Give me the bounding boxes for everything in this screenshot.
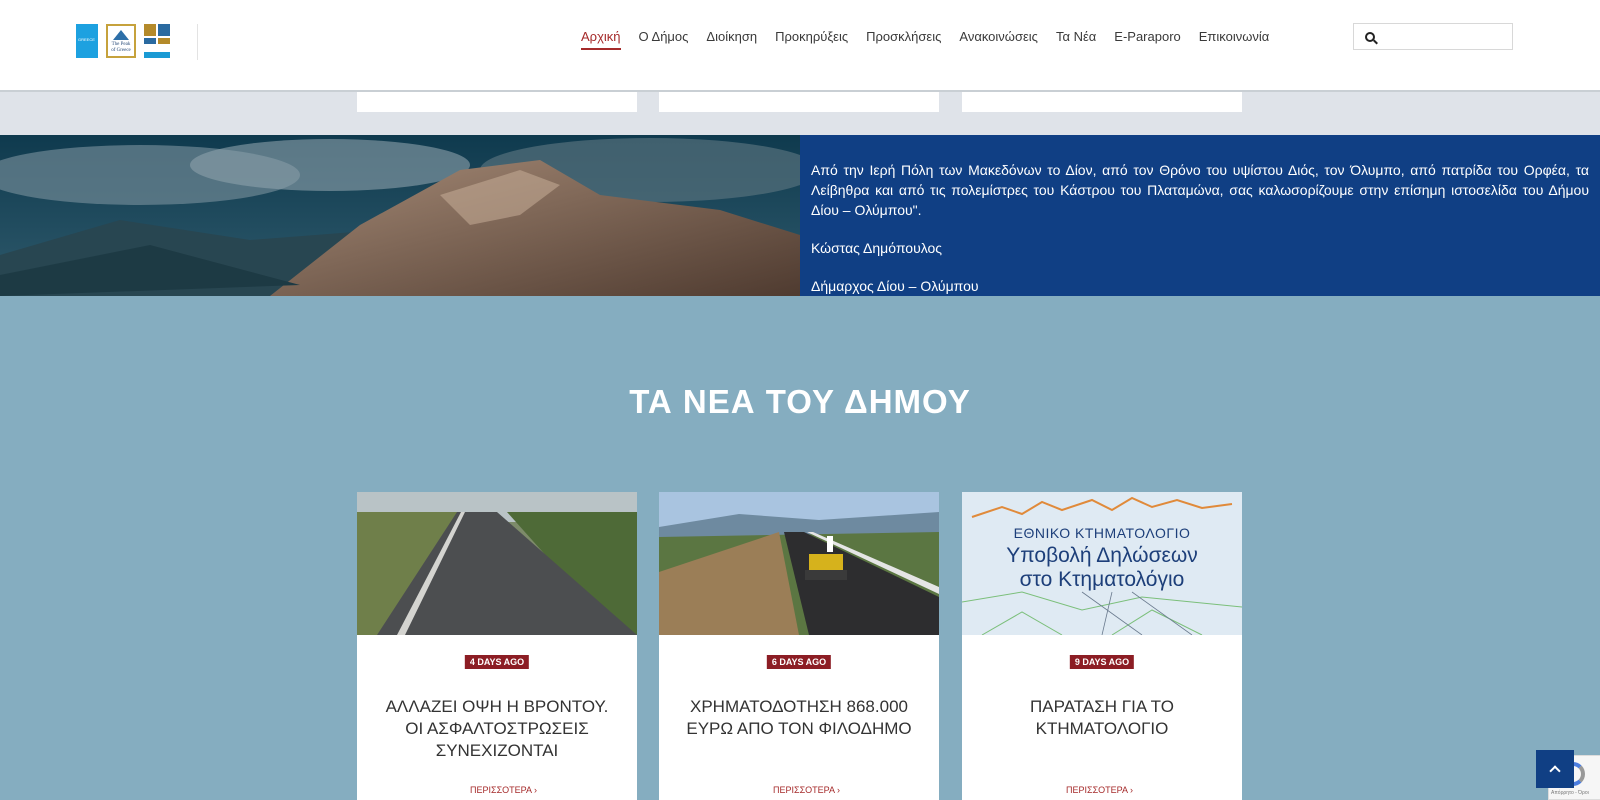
municipality-emblem[interactable] [144, 24, 170, 58]
previous-card-bottom [962, 92, 1242, 112]
news-card[interactable]: 6 DAYS AGO ΧΡΗΜΑΤΟΔΟΤΗΣΗ 868.000 ΕΥΡΩ ΑΠ… [659, 492, 939, 800]
news-headline[interactable]: ΧΡΗΜΑΤΟΔΟΤΗΣΗ 868.000 ΕΥΡΩ ΑΠΟ ΤΟΝ ΦΙΛΟΔ… [679, 696, 919, 740]
welcome-message: Από την Ιερή Πόλη των Μακεδόνων το Δίον,… [811, 160, 1589, 296]
news-age-badge: 9 DAYS AGO [1069, 655, 1135, 669]
greece-logo-text: GREECE [78, 37, 95, 42]
back-to-top-button[interactable] [1536, 750, 1574, 788]
search-icon[interactable] [1365, 32, 1375, 42]
mount-olympus-image [0, 135, 800, 296]
site-header: GREECE The Peak of Greece Αρχική Ο Δήμος… [0, 0, 1600, 92]
peak-logo-text: The Peak of Greece [111, 42, 131, 53]
read-more-link[interactable]: ΠΕΡΙΣΣΟΤΕΡΑ › [1066, 785, 1133, 795]
news-card[interactable]: ΕΘΝΙΚΟ ΚΤΗΜΑΤΟΛΟΓΙΟ Υποβολή Δηλώσεων στο… [962, 492, 1242, 800]
news-headline[interactable]: ΠΑΡΑΤΑΣΗ ΓΙΑ ΤΟ ΚΤΗΜΑΤΟΛΟΓΙΟ [982, 696, 1222, 740]
partner-logos: GREECE The Peak of Greece [76, 24, 170, 58]
news-age-badge: 4 DAYS AGO [464, 655, 530, 669]
nav-item-contact[interactable]: Επικοινωνία [1199, 29, 1270, 50]
cadastre-image-line3: στο Κτηματολόγιο [1019, 568, 1185, 591]
news-image-cadastre[interactable]: ΕΘΝΙΚΟ ΚΤΗΜΑΤΟΛΟΓΙΟ Υποβολή Δηλώσεων στο… [962, 492, 1242, 635]
nav-item-administration[interactable]: Διοίκηση [706, 29, 757, 50]
news-image-paving[interactable] [659, 492, 939, 635]
main-nav: Αρχική Ο Δήμος Διοίκηση Προκηρύξεις Προσ… [581, 29, 1269, 50]
previous-card-bottom [659, 92, 939, 112]
welcome-banner: Από την Ιερή Πόλη των Μακεδόνων το Δίον,… [0, 135, 1600, 296]
nav-item-invitations[interactable]: Προσκλήσεις [866, 29, 941, 50]
read-more-link[interactable]: ΠΕΡΙΣΣΟΤΕΡΑ › [773, 785, 840, 795]
header-divider [197, 24, 198, 60]
nav-item-tenders[interactable]: Προκηρύξεις [775, 29, 848, 50]
news-card[interactable]: 4 DAYS AGO ΑΛΛΑΖΕΙ ΟΨΗ Η ΒΡΟΝΤΟΥ. ΟΙ ΑΣΦ… [357, 492, 637, 800]
nav-item-municipality[interactable]: Ο Δήμος [639, 29, 689, 50]
nav-item-e-paraporo[interactable]: E-Paraporo [1114, 29, 1180, 50]
previous-card-bottom [357, 92, 637, 112]
read-more-link[interactable]: ΠΕΡΙΣΣΟΤΕΡΑ › [470, 785, 537, 795]
mayor-role: Δήμαρχος Δίου – Ολύμπου [811, 278, 979, 294]
news-image-road[interactable] [357, 492, 637, 635]
search-input[interactable] [1382, 27, 1508, 46]
recaptcha-links[interactable]: Απόρρητο - Όροι [1551, 790, 1589, 796]
nav-item-news[interactable]: Τα Νέα [1056, 29, 1096, 50]
nav-item-announcements[interactable]: Ανακοινώσεις [959, 29, 1038, 50]
search-box[interactable] [1353, 23, 1513, 50]
greece-logo[interactable]: GREECE [76, 24, 98, 58]
cadastre-image-line1: ΕΘΝΙΚΟ ΚΤΗΜΑΤΟΛΟΓΙΟ [1013, 525, 1191, 541]
welcome-paragraph: Από την Ιερή Πόλη των Μακεδόνων το Δίον,… [811, 162, 1589, 218]
news-headline[interactable]: ΑΛΛΑΖΕΙ ΟΨΗ Η ΒΡΟΝΤΟΥ. ΟΙ ΑΣΦΑΛΤΟΣΤΡΩΣΕΙ… [377, 696, 617, 762]
the-peak-of-greece-logo[interactable]: The Peak of Greece [106, 24, 136, 58]
news-section-title: ΤΑ ΝΕΑ ΤΟΥ ΔΗΜΟΥ [629, 383, 971, 420]
mayor-name: Κώστας Δημόπουλος [811, 240, 943, 256]
mountain-icon [113, 30, 129, 40]
news-age-badge: 6 DAYS AGO [766, 655, 832, 669]
nav-item-home[interactable]: Αρχική [581, 29, 621, 50]
cadastre-image-line2: Υποβολή Δηλώσεων [1006, 544, 1198, 567]
